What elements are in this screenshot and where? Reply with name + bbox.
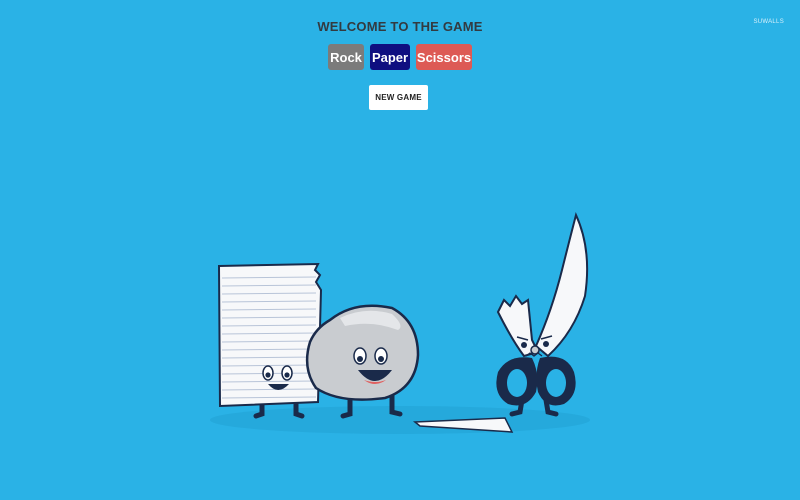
illustration [210, 212, 590, 434]
rock-character [305, 304, 420, 419]
ground-shadow [210, 406, 590, 434]
scissors-character [496, 212, 589, 417]
paper-character [217, 262, 323, 419]
